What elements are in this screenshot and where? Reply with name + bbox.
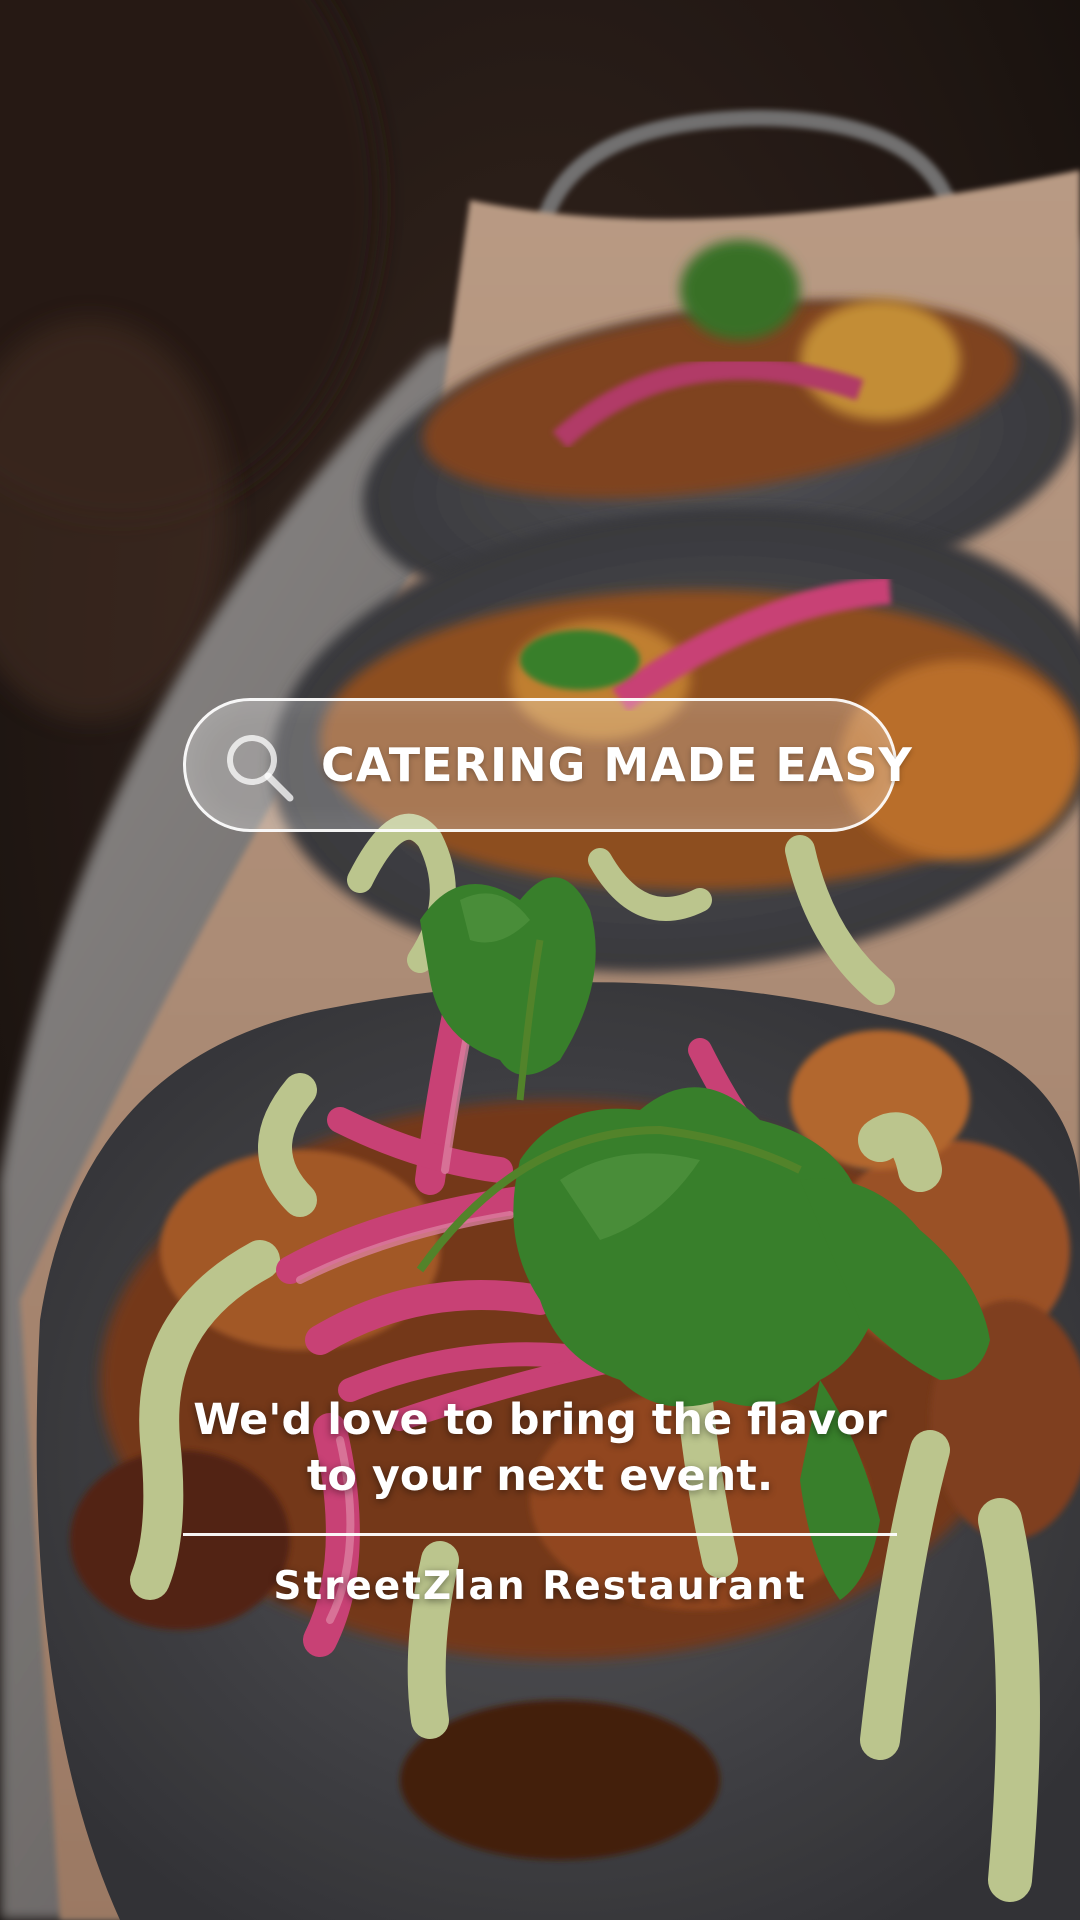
restaurant-name: StreetZlan Restaurant (273, 1564, 807, 1609)
tacos-photo (0, 0, 1080, 1920)
tagline-line-2: to your next event. (306, 1451, 774, 1501)
search-headline: CATERING MADE EASY (321, 738, 913, 792)
search-icon (227, 735, 294, 802)
search-bar: CATERING MADE EASY (183, 698, 913, 832)
divider (183, 1533, 897, 1536)
tagline-line-1: We'd love to bring the flavor (193, 1395, 887, 1445)
tagline: We'd love to bring the flavor to your ne… (140, 1392, 940, 1504)
story-card: CATERING MADE EASY We'd love to bring th… (0, 0, 1080, 1920)
